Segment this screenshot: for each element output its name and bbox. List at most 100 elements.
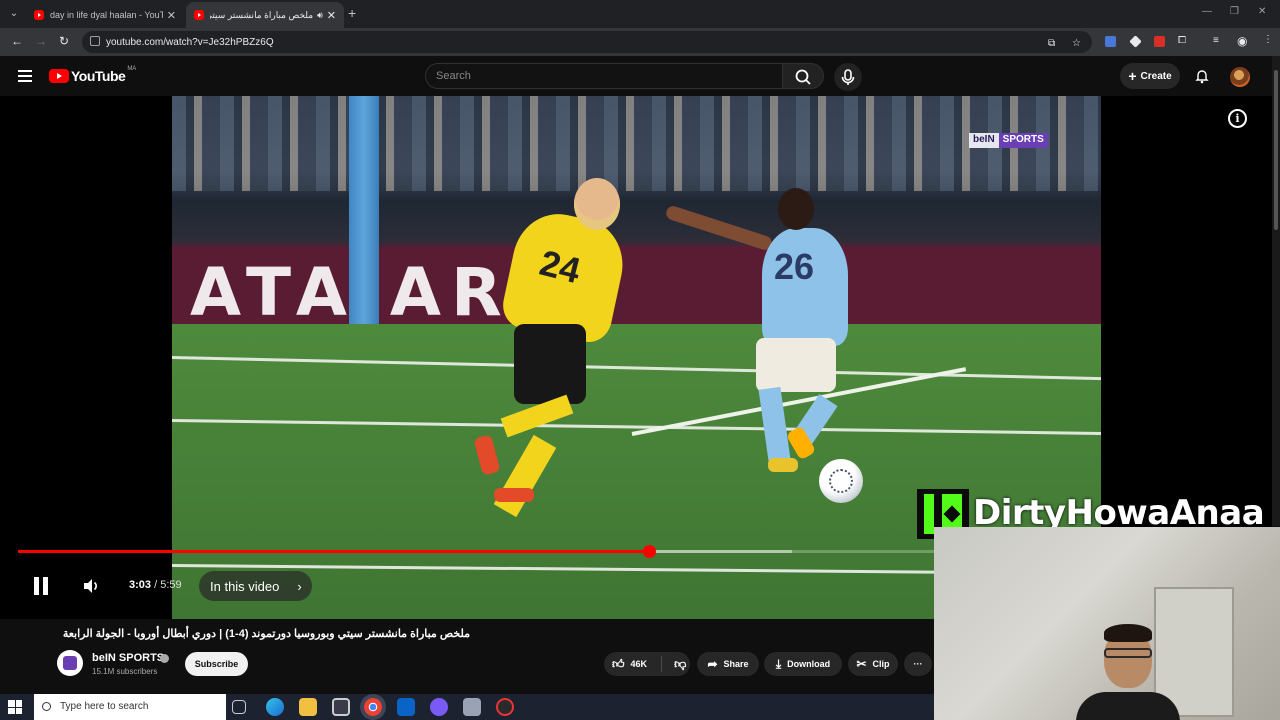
duration: 5:59 — [160, 579, 182, 591]
windows-taskbar: Type here to search — [0, 694, 934, 720]
share-icon: ➦ — [707, 657, 718, 671]
chrome-icon[interactable] — [364, 698, 382, 716]
windows-start-icon[interactable] — [8, 700, 22, 714]
close-window-icon[interactable]: ✕ — [1258, 6, 1266, 17]
profile-icon[interactable]: ◉ — [1237, 34, 1247, 48]
blue-player-number: 26 — [774, 246, 815, 287]
browser-tab-strip: ⌄ day in life dyal haalan - YouTube ✕ مل… — [0, 0, 1280, 28]
voice-search-button[interactable] — [834, 63, 862, 91]
browser-toolbar: ← → ↻ youtube.com/watch?v=Je32hPBZz6Q ⧉ … — [0, 28, 1280, 56]
audio-playing-icon[interactable]: 🔊︎ — [317, 10, 323, 21]
youtube-logo[interactable]: YouTube MA — [49, 66, 136, 84]
chapters-button[interactable]: In this video › — [199, 571, 312, 601]
goal-post — [349, 96, 379, 331]
search-icon — [795, 69, 811, 85]
close-tab-icon[interactable]: ✕ — [167, 9, 176, 22]
menu-icon[interactable] — [18, 70, 32, 82]
channel-name[interactable]: beIN SPORTS — [92, 652, 164, 664]
subscriber-count: 15.1M subscribers — [92, 667, 158, 676]
site-info-icon[interactable] — [90, 36, 100, 46]
volume-icon[interactable] — [83, 578, 101, 594]
reload-icon[interactable]: ↻ — [59, 34, 69, 48]
notifications-bell-icon[interactable] — [1194, 68, 1210, 84]
chevron-right-icon: › — [297, 578, 302, 594]
extension-red-icon[interactable] — [1154, 36, 1165, 47]
video-title: ملخص مباراة مانشستر سيتي وبوروسيا دورتمو… — [62, 628, 470, 640]
browser-tab-1[interactable]: day in life dyal haalan - YouTube ✕ — [26, 2, 184, 28]
thumbs-down-icon[interactable]: 👎︎ — [674, 657, 686, 672]
info-icon[interactable]: i — [1228, 109, 1247, 128]
close-tab-icon[interactable]: ✕ — [327, 9, 336, 22]
progress-bar[interactable] — [18, 545, 934, 558]
search-button[interactable] — [782, 63, 824, 89]
youtube-favicon-icon — [194, 10, 204, 20]
youtube-play-logo-icon — [49, 69, 69, 83]
url-text: youtube.com/watch?v=Je32hPBZz6Q — [106, 36, 274, 48]
download-icon: ⤓ — [775, 656, 782, 671]
maximize-icon[interactable]: ❐ — [1230, 6, 1239, 17]
store-icon[interactable] — [332, 698, 350, 716]
scrubber-handle[interactable] — [642, 545, 656, 558]
taskbar-search-input[interactable]: Type here to search — [34, 694, 226, 720]
create-button[interactable]: + Create — [1120, 63, 1180, 89]
translate-extension-icon[interactable] — [1105, 36, 1116, 47]
minimize-icon[interactable]: — — [1202, 6, 1212, 17]
outlook-icon[interactable] — [397, 698, 415, 716]
channel-avatar[interactable] — [57, 650, 83, 676]
current-time: 3:03 — [129, 579, 152, 591]
youtube-header: YouTube MA Search + Create — [0, 56, 1272, 96]
plus-icon: + — [1128, 68, 1137, 84]
forward-icon[interactable]: → — [35, 34, 47, 48]
account-avatar[interactable] — [1230, 67, 1250, 87]
file-explorer-icon[interactable] — [299, 698, 317, 716]
edge-browser-icon[interactable] — [266, 698, 284, 716]
tab-title: day in life dyal haalan - YouTube — [50, 10, 163, 20]
obs-icon[interactable] — [496, 698, 514, 716]
download-label: Download — [787, 659, 831, 669]
share-button[interactable]: ➦ Share — [697, 652, 759, 676]
webcam-feed — [934, 527, 1280, 720]
advertising-board: ATA ARIA — [172, 246, 1101, 331]
watermark-part2: SPORTS — [998, 133, 1048, 148]
bookmark-star-icon[interactable]: ☆ — [1072, 38, 1081, 49]
played-bar — [18, 550, 649, 553]
messenger-icon[interactable] — [430, 698, 448, 716]
search-input[interactable]: Search — [425, 63, 783, 89]
cast-icon[interactable]: ⧉ — [1048, 38, 1055, 49]
clip-label: Clip — [872, 659, 890, 669]
extensions-puzzle-icon[interactable]: ⧠ — [1178, 35, 1186, 46]
share-label: Share — [723, 659, 749, 669]
like-count[interactable]: 46K — [631, 659, 648, 669]
microphone-icon — [841, 69, 855, 85]
task-view-icon[interactable] — [232, 700, 246, 714]
address-bar[interactable]: youtube.com/watch?v=Je32hPBZz6Q ⧉ ☆ — [82, 31, 1092, 53]
youtube-favicon-icon — [34, 10, 44, 20]
clip-button[interactable]: ✂ Clip — [848, 652, 898, 676]
thumbs-up-icon[interactable]: 👍︎ — [612, 657, 625, 672]
reading-list-icon[interactable]: ≡ — [1213, 35, 1219, 46]
back-icon[interactable]: ← — [11, 34, 23, 48]
create-label: Create — [1140, 70, 1172, 82]
app-icon[interactable] — [463, 698, 481, 716]
tab-search-chevron-icon[interactable]: ⌄ — [6, 6, 22, 22]
subscribe-button[interactable]: Subscribe — [185, 652, 248, 676]
pause-icon[interactable] — [33, 577, 49, 595]
chrome-menu-icon[interactable]: ⋮ — [1263, 34, 1273, 45]
youtube-wordmark: YouTube — [71, 68, 126, 84]
bein-sports-watermark: beIN SPORTS — [969, 133, 1048, 148]
browser-tab-2[interactable]: ملخص مباراة مانشستر سيتي 🔊︎ ✕ — [186, 2, 344, 28]
new-tab-icon[interactable]: + — [348, 5, 356, 21]
time-display: 3:03 / 5:59 — [129, 579, 182, 591]
search-icon — [42, 702, 51, 711]
extension-icon[interactable] — [1129, 35, 1142, 48]
football — [819, 459, 863, 503]
chapters-label: In this video — [210, 578, 280, 594]
stadium-crowd — [172, 96, 1101, 191]
like-dislike-group: 👍︎ 46K 👎︎ — [604, 652, 690, 676]
more-actions-icon[interactable]: ··· — [904, 652, 932, 676]
taskbar-search-placeholder: Type here to search — [60, 701, 149, 712]
watermark-part1: beIN — [969, 133, 999, 148]
page-scrollbar[interactable] — [1272, 56, 1280, 526]
verified-badge-icon — [160, 654, 169, 663]
download-button[interactable]: ⤓ Download — [764, 652, 842, 676]
